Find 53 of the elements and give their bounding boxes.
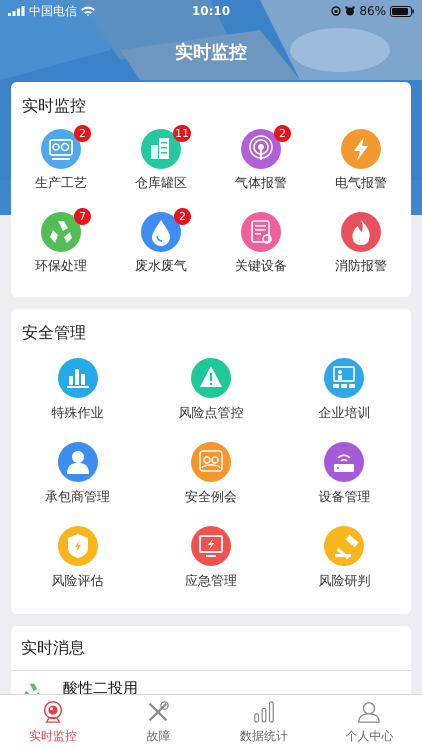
alarm-clock-icon xyxy=(345,6,356,16)
grid-item[interactable]: 特殊作业 xyxy=(11,358,144,422)
item-label: 消防报警 xyxy=(335,258,387,275)
grid-item[interactable]: 电气报警 xyxy=(311,129,411,192)
item-label: 安全例会 xyxy=(184,489,237,506)
grid-item[interactable]: 设备管理 xyxy=(278,442,411,506)
count-badge: 2 xyxy=(74,125,91,142)
section-title: 实时监控 xyxy=(21,95,87,117)
item-label: 仓库罐区 xyxy=(135,175,187,192)
item-label: 电气报警 xyxy=(335,175,387,192)
tab[interactable]: 实时监控 xyxy=(0,695,106,750)
battery-percentage: 86% xyxy=(359,4,386,18)
status-time: 10:10 xyxy=(192,4,230,18)
item-label: 风险研判 xyxy=(318,573,370,590)
rotation-lock-icon xyxy=(331,6,342,16)
item-label: 废水废气 xyxy=(135,258,187,275)
item-label: 环保处理 xyxy=(35,258,87,275)
item-label: 特殊作业 xyxy=(52,405,104,422)
grid-item[interactable]: 承包商管理 xyxy=(11,442,144,506)
page-title: 实时监控 xyxy=(175,41,247,64)
count-badge: 2 xyxy=(174,208,191,225)
grid-item[interactable]: 风险点管控 xyxy=(144,358,278,422)
signal-icon xyxy=(8,6,25,16)
carrier-name: 中国电信 xyxy=(29,2,77,20)
item-label: 风险评估 xyxy=(52,573,104,590)
count-badge: 7 xyxy=(74,208,91,225)
wifi-icon xyxy=(81,6,95,16)
item-label: 应急管理 xyxy=(184,573,237,590)
section-title: 实时消息 xyxy=(11,626,411,671)
person-icon xyxy=(357,700,382,724)
count-badge: 2 xyxy=(274,125,291,142)
section-title: 安全管理 xyxy=(21,322,87,344)
tab[interactable]: 故障 xyxy=(106,695,211,750)
count-badge: 11 xyxy=(173,125,191,142)
bar-chart-icon xyxy=(252,700,276,724)
item-label: 生产工艺 xyxy=(35,175,87,192)
tab[interactable]: 个人中心 xyxy=(316,695,422,750)
item-label: 企业培训 xyxy=(318,405,370,422)
item-label: 设备管理 xyxy=(318,489,370,506)
item-label: 风险点管控 xyxy=(178,405,244,422)
item-label: 承包商管理 xyxy=(45,489,110,506)
battery-icon xyxy=(390,6,414,16)
tools-icon xyxy=(146,700,170,724)
grid-item[interactable]: 消防报警 xyxy=(311,212,411,275)
grid-item[interactable]: 应急管理 xyxy=(144,526,278,590)
grid-item[interactable]: 风险研判 xyxy=(278,526,411,590)
grid-item[interactable]: 企业培训 xyxy=(278,358,411,422)
item-label: 气体报警 xyxy=(235,175,287,192)
grid-item[interactable]: 安全例会 xyxy=(144,442,278,506)
grid-item[interactable]: 风险评估 xyxy=(11,526,144,590)
grid-item[interactable]: 关键设备 xyxy=(211,212,311,275)
tab[interactable]: 数据统计 xyxy=(211,695,316,750)
item-label: 关键设备 xyxy=(235,258,287,275)
